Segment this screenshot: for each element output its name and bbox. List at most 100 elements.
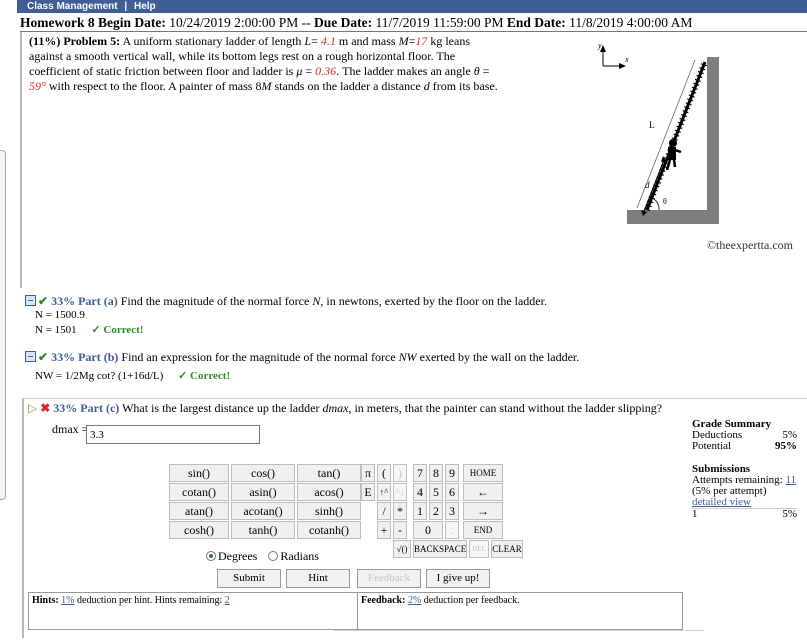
dmax-input[interactable] xyxy=(86,425,260,444)
hints-panel: Hints: 1% deduction per hint. Hints rema… xyxy=(28,592,358,630)
radians-label: Radians xyxy=(280,549,319,563)
floor xyxy=(627,210,719,224)
key-right-arrow[interactable]: → xyxy=(463,502,503,520)
collapse-icon[interactable] xyxy=(25,351,36,362)
submit-button[interactable]: Submit xyxy=(217,569,281,588)
part-b-title: ✔ 33% Part (b) Find an expression for th… xyxy=(25,350,579,365)
problem-text-6: stands on the ladder a distance xyxy=(274,79,421,93)
key-func-1-2[interactable]: acos() xyxy=(297,483,361,501)
key-rparen[interactable]: ) xyxy=(393,464,407,482)
menu-class-management[interactable]: Class Management xyxy=(27,1,118,12)
key-4[interactable]: 4 xyxy=(413,483,427,501)
submission-deduction: 5% xyxy=(782,508,797,520)
length-value: 4.1 xyxy=(320,34,336,48)
key-func-0-0[interactable]: sin() xyxy=(169,464,229,482)
key-func-0-2[interactable]: tan() xyxy=(297,464,361,482)
side-panel-tab[interactable] xyxy=(0,150,6,500)
due-date: 11/7/2019 11:59:00 PM xyxy=(375,15,504,30)
correct-text: ✓ Correct! xyxy=(178,370,231,382)
menu-separator: | xyxy=(124,1,128,12)
key-3[interactable]: 3 xyxy=(445,502,459,520)
check-icon: ✔ xyxy=(38,350,49,364)
key-8[interactable]: 8 xyxy=(429,464,443,482)
problem-text-1: A uniform stationary ladder of length xyxy=(122,34,302,48)
key-1[interactable]: 1 xyxy=(413,502,427,520)
key-func-1-0[interactable]: cotan() xyxy=(169,483,229,501)
key-end[interactable]: END xyxy=(463,521,503,539)
key-lparen[interactable]: ( xyxy=(377,464,391,482)
hint-deduction: 1% xyxy=(61,595,75,606)
wall xyxy=(707,57,719,224)
key-exp[interactable]: E xyxy=(361,483,375,501)
incorrect-icon: ✖ xyxy=(40,401,51,415)
part-a-label[interactable]: 33% Part (a) xyxy=(51,294,118,308)
key-func-2-1[interactable]: acotan() xyxy=(231,502,295,520)
key-sqrt[interactable]: √() xyxy=(393,540,411,558)
hint-button[interactable]: Hint xyxy=(286,569,350,588)
key-7[interactable]: 7 xyxy=(413,464,427,482)
key-multiply[interactable]: * xyxy=(393,502,407,520)
key-backspace[interactable]: BACKSPACE xyxy=(413,540,467,558)
part-a-title: ✔ 33% Part (a) Find the magnitude of the… xyxy=(25,294,547,309)
axis-icon: y x xyxy=(597,42,629,69)
detailed-view-link[interactable]: detailed view xyxy=(692,497,797,508)
problem-panel: (11%) Problem 5: A uniform stationary la… xyxy=(20,32,807,288)
mu-symbol: μ xyxy=(296,64,303,78)
hints-text: deduction per hint. Hints remaining: xyxy=(77,595,223,606)
key-func-1-1[interactable]: asin() xyxy=(231,483,295,501)
collapse-icon[interactable] xyxy=(25,295,36,306)
potential-value: 95% xyxy=(775,440,797,452)
key-minus[interactable]: - xyxy=(393,521,407,539)
grade-summary: Grade Summary Deductions 5% Potential 95% … xyxy=(692,419,797,520)
key-func-2-0[interactable]: atan() xyxy=(169,502,229,520)
expand-arrow-icon[interactable]: ▷ xyxy=(28,401,37,415)
feedback-button[interactable]: Feedback xyxy=(357,569,421,588)
key-left-arrow[interactable]: ← xyxy=(463,483,503,501)
potential-row: Potential 95% xyxy=(692,441,797,452)
key-6[interactable]: 6 xyxy=(445,483,459,501)
part-a-answer-value: N = 1501 xyxy=(35,324,77,336)
key-superscript[interactable]: ↑^ xyxy=(377,483,391,501)
key-subscript[interactable]: ^↓ xyxy=(393,483,407,501)
copyright-credit: ©theexpertta.com xyxy=(706,238,793,252)
potential-label: Potential xyxy=(692,440,732,452)
key-9[interactable]: 9 xyxy=(445,464,459,482)
key-plus[interactable]: + xyxy=(377,521,391,539)
part-b-question-suffix: exerted by the wall on the ladder. xyxy=(419,350,580,364)
problem-text-5: with respect to the floor. A painter of … xyxy=(48,79,253,93)
key-func-0-1[interactable]: cos() xyxy=(231,464,295,482)
degrees-radio[interactable] xyxy=(206,551,216,561)
part-b-label[interactable]: 33% Part (b) xyxy=(51,350,118,364)
date-separator: -- xyxy=(301,15,311,30)
equals-3: = xyxy=(305,64,313,78)
problem-text-2: m and mass xyxy=(338,34,396,48)
key-5[interactable]: 5 xyxy=(429,483,443,501)
mass-symbol: M xyxy=(398,34,409,48)
key-0[interactable]: 0 xyxy=(413,521,443,539)
length-label: L xyxy=(649,120,655,130)
part-a-question-suffix: , in newtons, exerted by the floor on th… xyxy=(320,294,547,308)
distance-label: d xyxy=(645,180,650,190)
key-func-3-0[interactable]: cosh() xyxy=(169,521,229,539)
radians-radio[interactable] xyxy=(268,551,279,561)
key-home[interactable]: HOME xyxy=(463,464,503,482)
key-clear[interactable]: CLEAR xyxy=(491,540,523,558)
key-dot[interactable]: . xyxy=(445,521,459,539)
key-func-3-1[interactable]: tanh() xyxy=(231,521,295,539)
give-up-button[interactable]: I give up! xyxy=(426,569,490,588)
part-b-answer: NW = 1/2Mg cot? (1+16d/L) ✓ Correct! xyxy=(35,369,230,382)
key-func-3-2[interactable]: cotanh() xyxy=(297,521,361,539)
key-divide[interactable]: / xyxy=(377,502,391,520)
part-a-question-prefix: Find the magnitude of the normal force xyxy=(120,294,310,308)
angle-arc xyxy=(651,197,660,211)
key-2[interactable]: 2 xyxy=(429,502,443,520)
part-b-symbol: NW xyxy=(398,350,417,364)
key-del[interactable]: DEL xyxy=(469,540,489,558)
problem-heading: (11%) Problem 5: xyxy=(29,34,121,48)
hints-label: Hints: xyxy=(32,595,59,606)
key-pi[interactable]: π xyxy=(361,464,375,482)
menu-help[interactable]: Help xyxy=(134,1,156,12)
key-func-2-2[interactable]: sinh() xyxy=(297,502,361,520)
part-c-label[interactable]: 33% Part (c) xyxy=(53,401,119,415)
part-c-question-suffix: , in meters, that the painter can stand … xyxy=(348,401,663,415)
